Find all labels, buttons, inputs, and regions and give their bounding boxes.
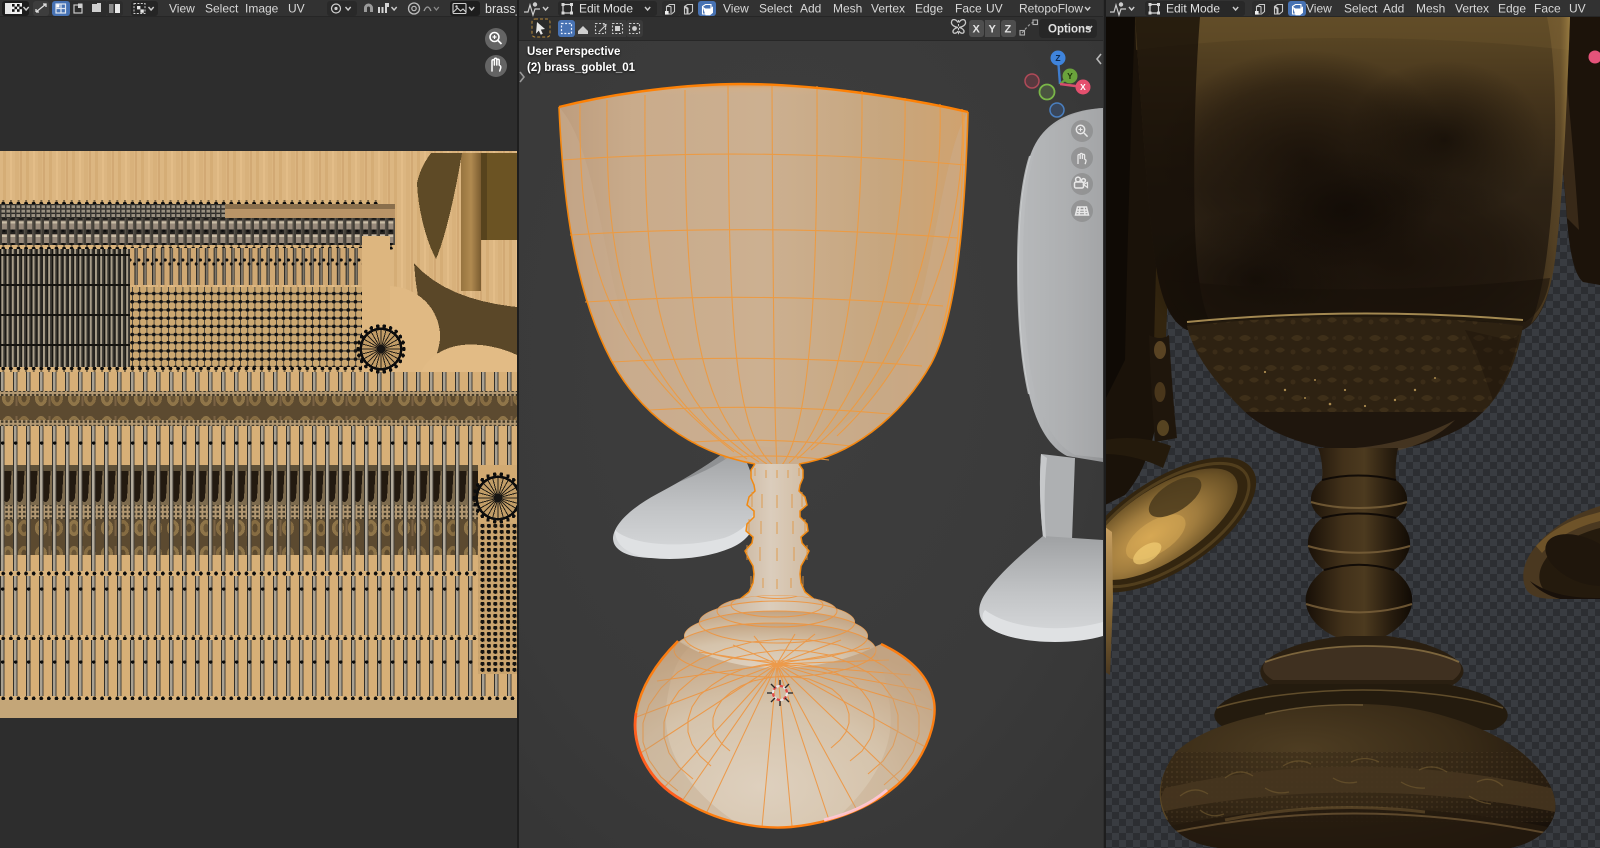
- svg-text:Add: Add: [1383, 2, 1404, 16]
- svg-text:Mesh: Mesh: [833, 2, 862, 16]
- svg-text:brass_: brass_: [485, 2, 517, 16]
- svg-text:Select: Select: [1344, 2, 1378, 16]
- svg-text:X: X: [1080, 82, 1086, 92]
- svg-text:Select: Select: [759, 2, 793, 16]
- svg-text:UV: UV: [288, 2, 305, 16]
- svg-text:Image: Image: [245, 2, 279, 16]
- svg-text:Mesh: Mesh: [1416, 2, 1445, 16]
- svg-text:Edge: Edge: [1498, 2, 1526, 16]
- svg-text:Options: Options: [1048, 24, 1091, 36]
- svg-text:View: View: [1306, 2, 1332, 16]
- svg-text:Z: Z: [1005, 24, 1012, 36]
- svg-text:View: View: [723, 2, 749, 16]
- svg-text:Edge: Edge: [915, 2, 943, 16]
- svg-text:X: X: [973, 24, 981, 36]
- svg-text:Z: Z: [1055, 53, 1060, 63]
- svg-text:Select: Select: [205, 2, 239, 16]
- svg-text:Y: Y: [989, 24, 997, 36]
- svg-text:Face: Face: [1534, 2, 1561, 16]
- svg-text:Edit Mode: Edit Mode: [1166, 2, 1220, 16]
- svg-text:Y: Y: [1067, 71, 1073, 81]
- svg-text:UV: UV: [1569, 2, 1586, 16]
- svg-text:Edit Mode: Edit Mode: [579, 2, 633, 16]
- svg-text:Add: Add: [800, 2, 821, 16]
- svg-text:View: View: [169, 2, 195, 16]
- svg-text:Face: Face: [955, 2, 982, 16]
- svg-text:Vertex: Vertex: [871, 2, 905, 16]
- svg-text:RetopoFlow: RetopoFlow: [1019, 2, 1083, 16]
- svg-text:Vertex: Vertex: [1455, 2, 1489, 16]
- svg-text:UV: UV: [986, 2, 1003, 16]
